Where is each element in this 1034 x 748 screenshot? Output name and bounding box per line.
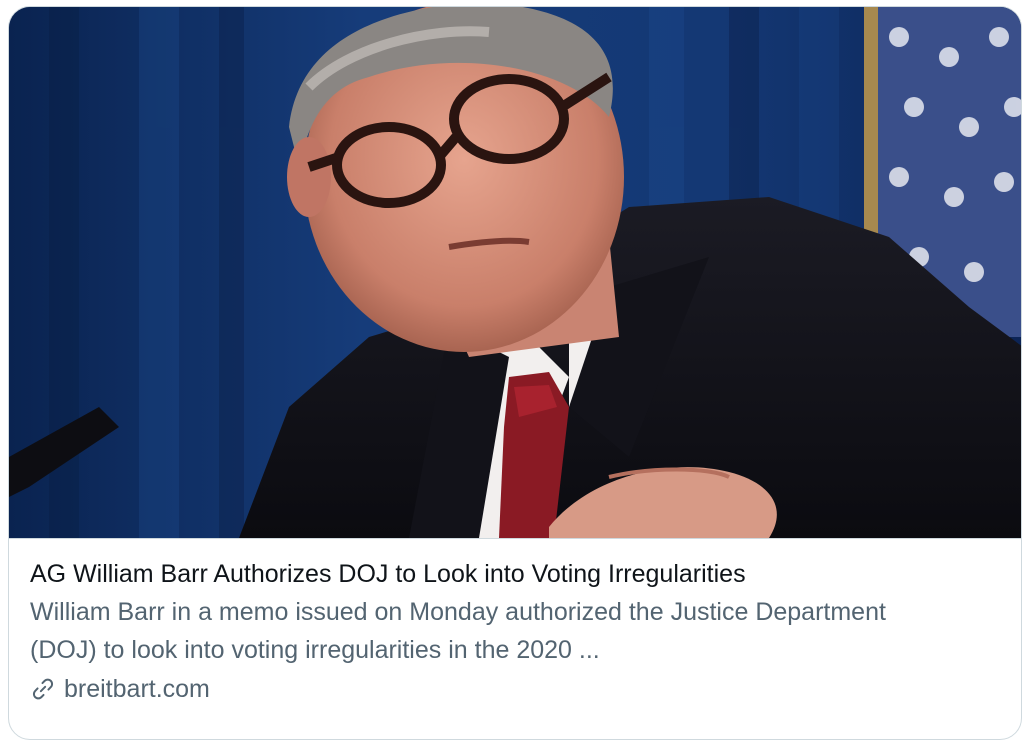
- card-description: William Barr in a memo issued on Monday …: [30, 598, 886, 664]
- card-title[interactable]: AG William Barr Authorizes DOJ to Look i…: [30, 555, 997, 593]
- card-details[interactable]: AG William Barr Authorizes DOJ to Look i…: [30, 555, 997, 709]
- card-domain-row[interactable]: breitbart.com: [30, 669, 997, 709]
- link-icon: [30, 676, 56, 702]
- link-preview-card[interactable]: AG William Barr Authorizes DOJ to Look i…: [8, 6, 1022, 740]
- article-thumbnail[interactable]: [9, 7, 1021, 538]
- card-domain[interactable]: breitbart.com: [64, 675, 210, 704]
- card-divider: [9, 538, 1021, 539]
- article-photo: [9, 7, 1021, 538]
